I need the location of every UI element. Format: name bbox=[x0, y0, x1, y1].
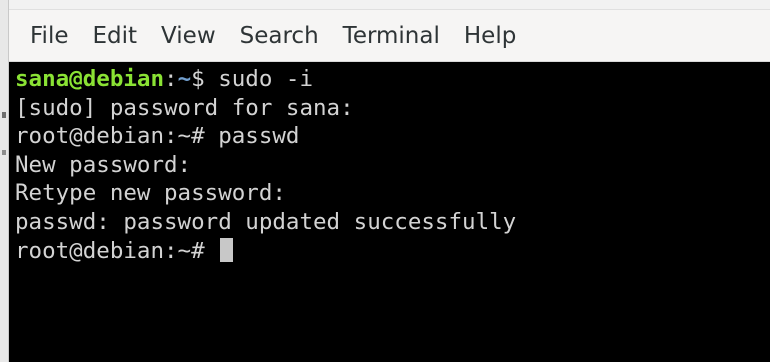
final-prompt: root@debian:~# bbox=[15, 237, 219, 264]
prompt-separator: : bbox=[164, 66, 178, 92]
menu-edit[interactable]: Edit bbox=[93, 23, 138, 49]
prompt-path: ~ bbox=[177, 66, 192, 92]
terminal-line: root@debian:~# passwd bbox=[15, 123, 300, 150]
terminal-line: [sudo] password for sana: bbox=[15, 94, 354, 121]
terminal-window: File Edit View Search Terminal Help sana… bbox=[0, 0, 770, 362]
terminal-output[interactable]: sana@debian:~$ sudo -i [sudo] password f… bbox=[9, 62, 770, 362]
text-cursor bbox=[220, 237, 234, 262]
menu-file[interactable]: File bbox=[30, 23, 69, 49]
prompt-symbol: $ bbox=[191, 66, 205, 92]
window-top-edge bbox=[0, 0, 770, 10]
terminal-line: New password: bbox=[15, 151, 192, 178]
command-text: sudo -i bbox=[204, 66, 314, 92]
menu-terminal[interactable]: Terminal bbox=[343, 23, 440, 49]
terminal-line: root@debian:~# bbox=[15, 237, 770, 266]
menu-help[interactable]: Help bbox=[464, 23, 516, 49]
terminal-line: passwd: password updated successfully bbox=[15, 208, 517, 235]
menu-view[interactable]: View bbox=[161, 23, 216, 49]
terminal-line: Retype new password: bbox=[15, 180, 286, 207]
menu-bar: File Edit View Search Terminal Help bbox=[9, 10, 770, 62]
menu-search[interactable]: Search bbox=[240, 23, 319, 49]
prompt-user-host: sana@debian bbox=[15, 66, 165, 92]
edge-marker bbox=[2, 112, 6, 118]
window-left-edge bbox=[0, 0, 9, 362]
edge-marker bbox=[2, 150, 6, 155]
terminal-line: sana@debian:~$ sudo -i bbox=[15, 65, 770, 94]
